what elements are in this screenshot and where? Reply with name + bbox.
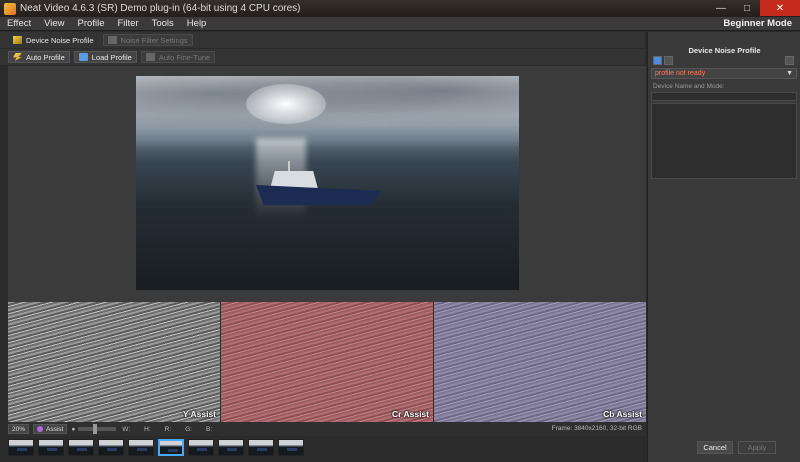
frame-thumbnails [8,437,646,457]
profile-details-area [651,103,797,179]
title-bar: Neat Video 4.6.3 (SR) Demo plug-in (64-b… [0,0,800,17]
thumbnail[interactable] [128,438,154,456]
y-assist-view[interactable]: Y Assist [8,302,220,422]
profile-options-icon[interactable] [785,56,794,65]
y-assist-label: Y Assist [182,409,216,419]
chevron-down-icon: ▼ [786,70,793,77]
noise-profile-icon [13,36,22,44]
cb-assist-label: Cb Assist [603,409,642,419]
profile-icon-bar [653,56,794,65]
auto-fine-tune-button[interactable]: Auto Fine-Tune [140,51,216,63]
device-noise-profile-tab[interactable]: Device Noise Profile [8,34,99,46]
thumbnail[interactable] [188,438,214,456]
menu-effect[interactable]: Effect [0,18,37,29]
minimize-icon[interactable]: — [708,0,734,16]
menu-filter[interactable]: Filter [110,18,144,29]
fine-tune-icon [145,53,155,61]
menu-bar: Effect View Profile Filter Tools Help Be… [0,17,800,31]
profile-status-dropdown[interactable]: profile not ready ▼ [651,68,797,79]
thumbnail[interactable] [218,438,244,456]
cancel-button[interactable]: Cancel [697,441,733,454]
brightness-icon: ● [71,425,76,433]
profile-toolbar: Auto Profile Load Profile Auto Fine-Tune [0,49,645,65]
blue-readout: B: [206,425,213,433]
width-readout: W: [122,425,131,433]
red-readout: R: [164,425,172,433]
filter-settings-icon [107,36,117,44]
folder-icon [78,53,88,61]
menu-view[interactable]: View [37,18,70,29]
device-name-label: Device Name and Mode: [653,83,725,90]
side-panel: Device Noise Profile profile not ready ▼… [647,32,800,462]
load-profile-button[interactable]: Load Profile [73,51,137,63]
app-icon [4,2,16,15]
open-profile-icon[interactable] [653,56,662,65]
apply-button[interactable]: Apply [738,441,776,454]
menu-profile[interactable]: Profile [71,18,111,29]
cr-assist-view[interactable]: Cr Assist [221,302,433,422]
menu-tools[interactable]: Tools [145,18,180,29]
save-profile-icon[interactable] [664,56,673,65]
window-title: Neat Video 4.6.3 (SR) Demo plug-in (64-b… [20,3,301,14]
mode-label[interactable]: Beginner Mode [723,18,792,29]
cr-assist-label: Cr Assist [391,409,429,419]
thumbnail-selected[interactable] [158,438,184,456]
video-preview[interactable] [136,76,519,290]
zoom-select[interactable]: 20% [8,424,30,434]
mode-toolbar: Device Noise Profile Noise Filter Settin… [0,32,645,48]
status-bar: 20% Assist ● W: H: R: G: B: Frame: 3840x… [8,422,646,436]
preview-area[interactable] [8,66,646,302]
auto-profile-button[interactable]: Auto Profile [8,51,70,63]
thumbnail[interactable] [38,438,64,456]
thumbnail[interactable] [278,438,304,456]
device-name-field[interactable] [651,92,797,101]
close-icon[interactable]: ✕ [760,0,800,16]
side-panel-title: Device Noise Profile [688,46,761,55]
frame-info: Frame: 3840x2160, 32-bit RGB [551,425,642,432]
thumbnail[interactable] [8,438,34,456]
maximize-icon[interactable]: □ [734,0,760,16]
lightning-icon [13,53,22,61]
thumbnail[interactable] [68,438,94,456]
window-controls: — □ ✕ [708,0,800,17]
menu-help[interactable]: Help [180,18,213,29]
assist-icon [37,426,44,432]
noise-filter-settings-tab[interactable]: Noise Filter Settings [102,34,193,46]
cb-assist-view[interactable]: Cb Assist [434,302,646,422]
sun-glare [246,84,326,124]
sky-clouds [136,76,519,136]
brightness-slider[interactable] [78,424,117,434]
thumbnail[interactable] [98,438,124,456]
green-readout: G: [185,425,192,433]
height-readout: H: [144,425,151,433]
ship [256,161,381,209]
thumbnail[interactable] [248,438,274,456]
assist-select[interactable]: Assist [33,424,68,434]
